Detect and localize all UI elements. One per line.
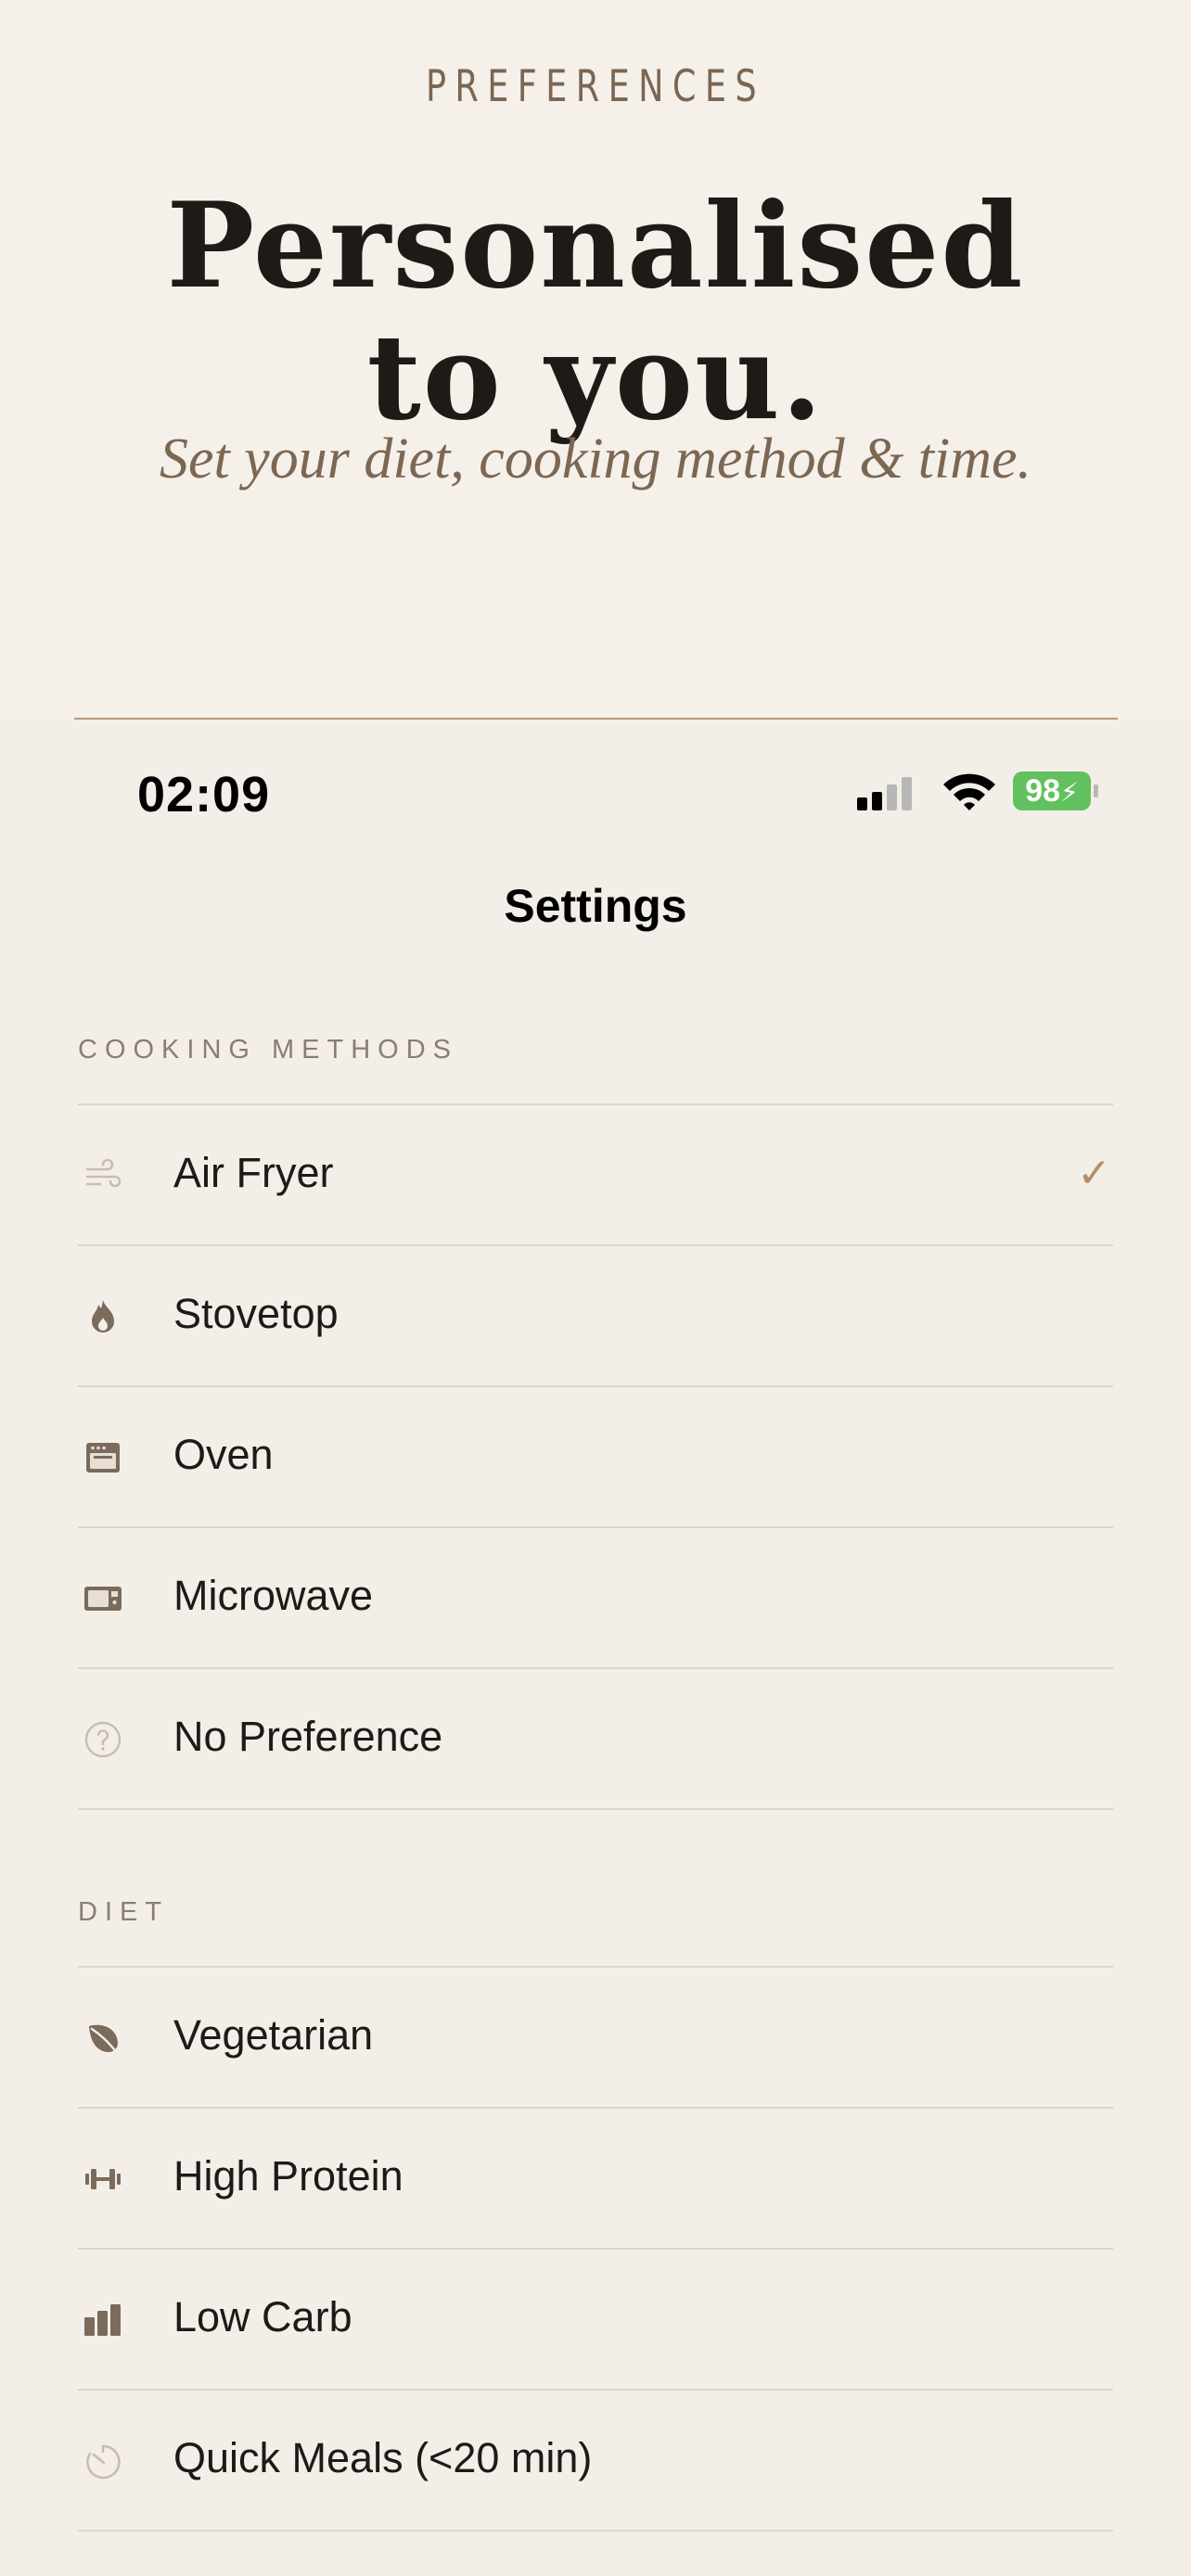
- option-no-preference[interactable]: No Preference: [78, 1667, 1113, 1810]
- option-label: Vegetarian: [173, 2011, 374, 2059]
- option-oven[interactable]: Oven: [78, 1385, 1113, 1526]
- hero-banner: PREFERENCES Personalised to you. Set you…: [0, 0, 1191, 719]
- nav-title: Settings: [504, 880, 687, 932]
- question-icon: [84, 1721, 122, 1758]
- option-microwave[interactable]: Microwave: [78, 1526, 1113, 1667]
- battery-indicator: 98⚡: [1013, 772, 1091, 810]
- option-label: Air Fryer: [173, 1149, 334, 1196]
- air-fryer-icon: [85, 1158, 122, 1188]
- option-air-fryer[interactable]: Air Fryer ✓: [78, 1103, 1113, 1244]
- option-high-protein[interactable]: High Protein: [78, 2107, 1113, 2248]
- option-label: High Protein: [173, 2152, 403, 2200]
- checkmark-icon: ✓: [1077, 1151, 1111, 1196]
- option-low-carb[interactable]: Low Carb: [78, 2248, 1113, 2389]
- flame-icon: [92, 1300, 114, 1333]
- option-quick-meals[interactable]: Quick Meals (<20 min): [78, 2389, 1113, 2531]
- diet-list: Vegetarian High Protein Low Carb Quick M…: [78, 1966, 1113, 2531]
- option-label: Microwave: [173, 1572, 374, 1619]
- wifi-icon: [943, 773, 995, 810]
- microwave-icon: [84, 1587, 122, 1611]
- timer-icon: [86, 2444, 121, 2480]
- status-icons: 98⚡: [855, 768, 1106, 814]
- hero-headline-line-2: to you.: [366, 309, 825, 446]
- option-label: Stovetop: [173, 1290, 339, 1337]
- option-label: Low Carb: [173, 2293, 352, 2340]
- hero-headline-line-1: Personalised: [166, 177, 1025, 314]
- status-time: 02:09: [137, 767, 271, 823]
- option-label: No Preference: [173, 1713, 443, 1760]
- charging-bolt-icon: ⚡: [1060, 778, 1079, 807]
- battery-level: 98: [1025, 773, 1061, 809]
- option-label: Quick Meals (<20 min): [173, 2434, 593, 2481]
- cooking-methods-list: Air Fryer ✓ Stovetop Oven Microwave No P…: [78, 1103, 1113, 1810]
- oven-icon: [86, 1443, 120, 1473]
- eyebrow-label: PREFERENCES: [425, 61, 766, 112]
- option-label: Oven: [173, 1431, 274, 1478]
- signal-icon: [857, 777, 912, 810]
- phone-screen: 02:09 98⚡ Settings COOKING METHODS Air F…: [0, 720, 1191, 2576]
- option-stovetop[interactable]: Stovetop: [78, 1244, 1113, 1385]
- hero-subline: Set your diet, cooking method & time.: [159, 427, 1032, 491]
- section-header-cooking-methods: COOKING METHODS: [78, 1035, 459, 1065]
- bars-icon: [84, 2304, 121, 2336]
- section-header-diet: DIET: [78, 1897, 170, 1927]
- dumbbell-icon: [85, 2169, 121, 2189]
- leaf-icon: [89, 2024, 121, 2057]
- battery-cap: [1094, 784, 1098, 797]
- option-vegetarian[interactable]: Vegetarian: [78, 1966, 1113, 2107]
- hero-headline: Personalised to you.: [0, 180, 1191, 443]
